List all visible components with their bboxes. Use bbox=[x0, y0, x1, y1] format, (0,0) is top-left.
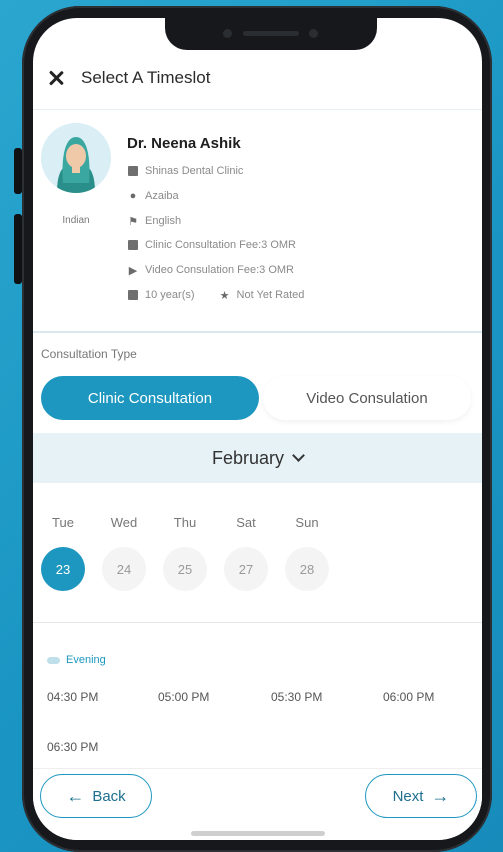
consultation-type-toggle: Clinic Consultation Video Consulation bbox=[41, 376, 471, 420]
day-name: Sat bbox=[236, 515, 256, 530]
video-fee-text: Video Consulation Fee:3 OMR bbox=[145, 264, 294, 276]
chevron-down-icon bbox=[292, 449, 305, 462]
day-date[interactable]: 27 bbox=[224, 547, 268, 591]
arrow-right-icon: → bbox=[431, 785, 450, 806]
next-button[interactable]: Next → bbox=[365, 774, 477, 818]
star-icon: ★ bbox=[219, 289, 230, 302]
day-item-tue[interactable]: Tue 23 bbox=[38, 515, 88, 591]
timeslot[interactable]: 06:30 PM bbox=[47, 740, 98, 754]
timeslot[interactable]: 05:30 PM bbox=[271, 690, 322, 704]
language-icon: ⚑ bbox=[128, 215, 138, 228]
rating-text: Not Yet Rated bbox=[236, 289, 305, 301]
doctor-avatar-illustration bbox=[41, 123, 111, 193]
building-icon bbox=[127, 165, 139, 177]
period-label: Evening bbox=[47, 654, 106, 666]
video-camera-icon: ▶ bbox=[128, 264, 138, 277]
doctor-avatar bbox=[41, 123, 111, 193]
rating: ★ Not Yet Rated bbox=[219, 289, 305, 302]
briefcase-icon bbox=[127, 289, 139, 301]
back-label: Back bbox=[92, 787, 126, 805]
day-name: Wed bbox=[110, 515, 138, 530]
location-text: Azaiba bbox=[145, 190, 179, 202]
day-name: Tue bbox=[52, 515, 74, 530]
volume-down-button bbox=[14, 214, 22, 284]
volume-up-button bbox=[14, 148, 22, 194]
period-text: Evening bbox=[66, 654, 106, 666]
back-button[interactable]: ← Back bbox=[40, 774, 152, 818]
cloud-icon bbox=[47, 656, 60, 664]
timeslot[interactable]: 05:00 PM bbox=[158, 690, 209, 704]
doctor-name: Dr. Neena Ashik bbox=[127, 135, 241, 152]
location-row: ● Azaiba bbox=[127, 190, 179, 202]
day-date[interactable]: 28 bbox=[285, 547, 329, 591]
day-date[interactable]: 25 bbox=[163, 547, 207, 591]
language-text: English bbox=[145, 215, 182, 227]
doctor-card: Indian Dr. Neena Ashik Shinas Dental Cli… bbox=[33, 111, 482, 331]
clinic-fee-row: Clinic Consultation Fee:3 OMR bbox=[127, 239, 296, 251]
month-selector[interactable]: February bbox=[33, 433, 482, 483]
day-item-wed[interactable]: Wed 24 bbox=[99, 515, 149, 591]
clinic-consultation-button[interactable]: Clinic Consultation bbox=[41, 376, 259, 420]
clinic-row: Shinas Dental Clinic bbox=[127, 165, 243, 177]
footer-nav: ← Back Next → bbox=[33, 768, 482, 840]
section-divider bbox=[33, 331, 482, 333]
home-indicator bbox=[191, 831, 325, 836]
experience-row: 10 year(s) ★ Not Yet Rated bbox=[127, 289, 305, 302]
arrow-left-icon: ← bbox=[66, 785, 85, 806]
section-divider bbox=[33, 622, 482, 623]
language-row: ⚑ English bbox=[127, 215, 182, 228]
video-consultation-button[interactable]: Video Consulation bbox=[263, 376, 471, 420]
experience-text: 10 year(s) bbox=[145, 289, 195, 301]
video-fee-row: ▶ Video Consulation Fee:3 OMR bbox=[127, 264, 294, 277]
location-pin-icon: ● bbox=[129, 190, 137, 202]
app-screen: Select A Timeslot Indian Dr. Neena Ashik… bbox=[33, 18, 482, 840]
clinic-fee-text: Clinic Consultation Fee:3 OMR bbox=[145, 239, 297, 251]
next-label: Next bbox=[392, 787, 424, 805]
doctor-nationality: Indian bbox=[62, 215, 90, 226]
day-item-sat[interactable]: Sat 27 bbox=[221, 515, 271, 591]
day-date[interactable]: 24 bbox=[102, 547, 146, 591]
timeslot[interactable]: 06:00 PM bbox=[383, 690, 434, 704]
consultation-type-label: Consultation Type bbox=[41, 347, 137, 361]
page-title: Select A Timeslot bbox=[81, 68, 211, 87]
clinic-fee-icon bbox=[127, 239, 139, 251]
header: Select A Timeslot bbox=[33, 58, 482, 110]
notch bbox=[165, 18, 377, 50]
timeslot[interactable]: 04:30 PM bbox=[47, 690, 98, 704]
clinic-name: Shinas Dental Clinic bbox=[145, 165, 244, 177]
day-name: Thu bbox=[173, 515, 197, 530]
day-picker: Tue 23 Wed 24 Thu 25 Sat 27 Sun 28 bbox=[33, 515, 482, 605]
day-name: Sun bbox=[295, 515, 319, 530]
day-item-thu[interactable]: Thu 25 bbox=[160, 515, 210, 591]
close-icon[interactable] bbox=[47, 69, 65, 87]
day-item-sun[interactable]: Sun 28 bbox=[282, 515, 332, 591]
month-label: February bbox=[211, 447, 285, 468]
day-date-selected[interactable]: 23 bbox=[41, 547, 85, 591]
